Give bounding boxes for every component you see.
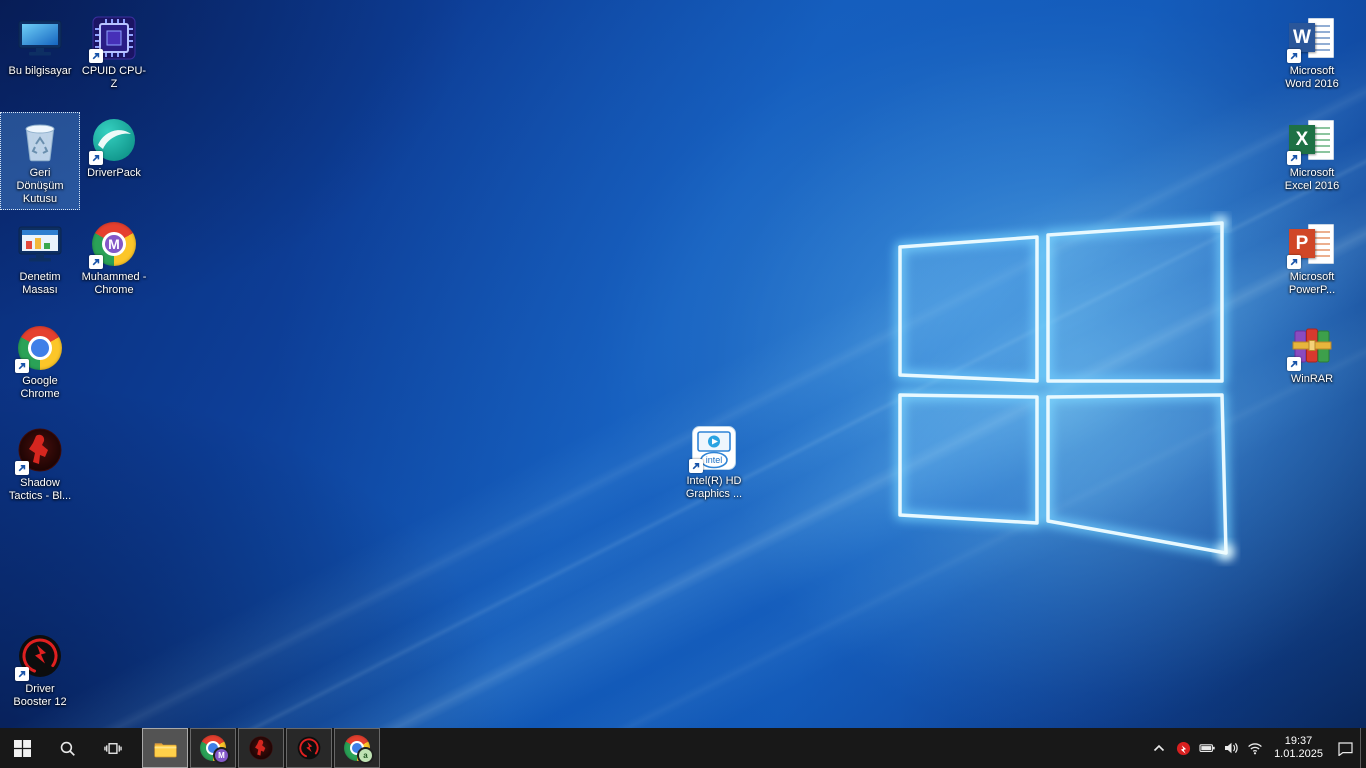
word-letter: W xyxy=(1289,23,1315,52)
desktop-icon-control-panel[interactable]: Denetim Masası xyxy=(0,216,80,301)
shortcut-arrow-icon xyxy=(15,667,29,681)
desktop-icon-label: Bu bilgisayar xyxy=(8,65,72,77)
system-tray: 19:37 1.01.2025 xyxy=(1147,728,1366,768)
desktop-icon-driverpack[interactable]: DriverPack xyxy=(74,112,154,184)
desktop-icon-driver-booster[interactable]: Driver Booster 12 xyxy=(0,628,80,713)
desktop-icon-label: Google Chrome xyxy=(20,375,60,400)
control-panel-monitor-icon xyxy=(16,220,64,268)
word-icon: W xyxy=(1287,14,1336,63)
desktop-icon-shadow-tactics[interactable]: Shadow Tactics - Bl... xyxy=(0,422,80,507)
driver-booster-rocket-icon xyxy=(15,632,64,681)
chrome-icon: M xyxy=(200,735,230,764)
volume-icon[interactable] xyxy=(1219,728,1243,768)
taskbar-app-chrome-muhammed[interactable]: M xyxy=(190,728,236,768)
shortcut-arrow-icon xyxy=(15,461,29,475)
desktop-icon-intel-hd-graphics[interactable]: intel Intel(R) HD Graphics ... xyxy=(674,420,754,505)
desktop-icon-label: Shadow Tactics - Bl... xyxy=(8,477,72,502)
desktop-icon-label: CPUID CPU-Z xyxy=(81,65,147,90)
taskbar-app-chrome[interactable]: a xyxy=(334,728,380,768)
taskbar-app-file-explorer[interactable] xyxy=(142,728,188,768)
search-icon xyxy=(60,741,75,756)
shortcut-arrow-icon xyxy=(1287,49,1301,63)
desktop-icon-excel[interactable]: X Microsoft Excel 2016 xyxy=(1272,112,1352,197)
desktop[interactable]: Bu bilgisayar CPUID CPU-Z Geri Dönüşüm K… xyxy=(0,0,1366,728)
desktop-icon-cpuz[interactable]: CPUID CPU-Z xyxy=(74,10,154,95)
desktop-icon-label: Denetim Masası xyxy=(19,271,61,296)
shortcut-arrow-icon xyxy=(89,49,103,63)
taskbar-app-driver-booster[interactable] xyxy=(286,728,332,768)
driver-booster-icon xyxy=(297,736,321,760)
winrar-books-icon xyxy=(1287,322,1336,371)
start-button[interactable] xyxy=(0,728,45,768)
show-desktop-button[interactable] xyxy=(1360,728,1366,768)
network-wifi-icon[interactable] xyxy=(1243,728,1267,768)
desktop-icon-muhammed-chrome[interactable]: M Muhammed - Chrome xyxy=(74,216,154,301)
chrome-icon: a xyxy=(344,735,374,764)
desktop-icon-label: Microsoft Excel 2016 xyxy=(1284,167,1340,192)
desktop-icon-label: Driver Booster 12 xyxy=(13,683,67,708)
powerpoint-icon: P xyxy=(1287,220,1336,269)
file-explorer-folder-icon xyxy=(153,742,177,757)
desktop-icon-google-chrome[interactable]: Google Chrome xyxy=(0,320,80,405)
profile-letter-badge: M xyxy=(105,235,123,253)
hidden-icons-chevron-icon[interactable] xyxy=(1147,728,1171,768)
desktop-icon-label: DriverPack xyxy=(87,167,141,179)
desktop-icon-powerpoint[interactable]: P Microsoft PowerP... xyxy=(1272,216,1352,301)
desktop-icon-this-pc[interactable]: Bu bilgisayar xyxy=(0,10,80,82)
shadow-tactics-samurai-icon xyxy=(15,426,64,475)
chrome-icon xyxy=(15,324,64,373)
driver-booster-tray-icon[interactable] xyxy=(1171,728,1195,768)
desktop-icon-label: Microsoft Word 2016 xyxy=(1285,65,1339,90)
shortcut-arrow-icon xyxy=(15,359,29,373)
desktop-icon-label: WinRAR xyxy=(1290,373,1334,385)
excel-icon: X xyxy=(1287,116,1336,165)
clock[interactable]: 19:37 1.01.2025 xyxy=(1267,728,1330,768)
shortcut-arrow-icon xyxy=(1287,255,1301,269)
chrome-profile-badge: M xyxy=(213,747,230,764)
taskbar-app-shadow-tactics[interactable] xyxy=(238,728,284,768)
task-view-icon xyxy=(103,742,122,754)
windows-start-icon xyxy=(14,739,31,757)
shortcut-arrow-icon xyxy=(1287,151,1301,165)
chrome-profile-icon: M xyxy=(89,220,138,269)
desktop-icon-label: Microsoft PowerP... xyxy=(1288,271,1336,296)
windows-logo xyxy=(895,216,1234,560)
desktop-icon-label: Muhammed - Chrome xyxy=(81,271,147,296)
shortcut-arrow-icon xyxy=(89,255,103,269)
action-center-icon xyxy=(1337,741,1353,756)
action-center-button[interactable] xyxy=(1330,728,1360,768)
desktop-icon-word[interactable]: W Microsoft Word 2016 xyxy=(1272,10,1352,95)
task-view-button[interactable] xyxy=(90,728,135,768)
driverpack-swoosh-icon xyxy=(89,116,138,165)
desktop-icon-winrar[interactable]: WinRAR xyxy=(1272,318,1352,390)
shortcut-arrow-icon xyxy=(1287,357,1301,371)
search-button[interactable] xyxy=(45,728,90,768)
taskbar: M a 19:37 1.01.2025 xyxy=(0,728,1366,768)
shortcut-arrow-icon xyxy=(689,459,703,473)
intel-graphics-icon: intel xyxy=(689,424,738,473)
recycle-bin-icon xyxy=(16,116,64,164)
desktop-icon-recycle-bin[interactable]: Geri Dönüşüm Kutusu xyxy=(0,112,80,210)
shortcut-arrow-icon xyxy=(89,151,103,165)
battery-icon[interactable] xyxy=(1195,728,1219,768)
taskbar-apps: M a xyxy=(142,728,382,768)
powerpoint-letter: P xyxy=(1289,229,1315,258)
clock-time: 19:37 xyxy=(1284,735,1313,747)
excel-letter: X xyxy=(1289,125,1315,154)
desktop-icon-label: Geri Dönüşüm Kutusu xyxy=(16,167,64,205)
cpu-chip-icon xyxy=(89,14,138,63)
this-pc-monitor-icon xyxy=(16,14,64,62)
clock-date: 1.01.2025 xyxy=(1274,748,1323,760)
shadow-tactics-icon xyxy=(249,736,273,760)
desktop-icon-label: Intel(R) HD Graphics ... xyxy=(685,475,743,500)
chrome-profile-badge: a xyxy=(357,747,374,764)
svg-text:intel: intel xyxy=(706,455,723,465)
